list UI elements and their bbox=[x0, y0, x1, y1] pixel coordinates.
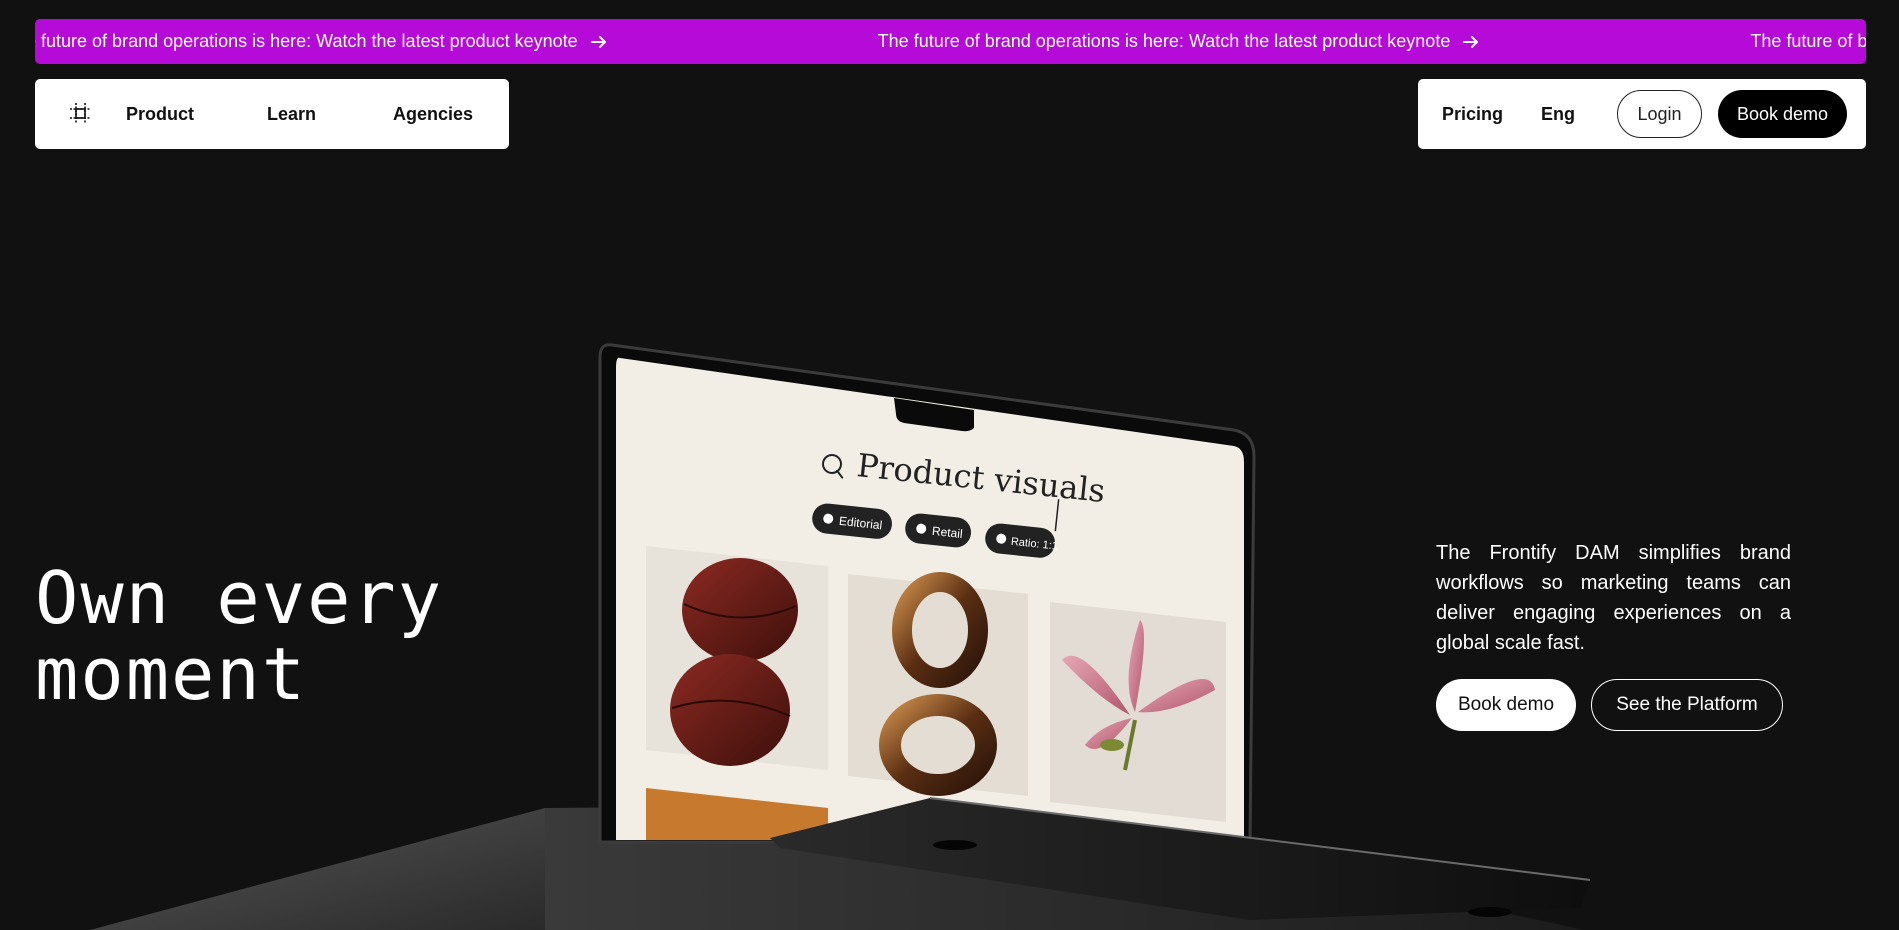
filter-chip-ratio: Ratio: 1:1 bbox=[985, 523, 1058, 558]
banner-text: The future of brand operations is here: … bbox=[35, 31, 578, 51]
nav-link-product[interactable]: Product bbox=[126, 79, 194, 149]
basketballs-image bbox=[646, 546, 828, 770]
pedestal-top bbox=[545, 805, 1585, 930]
laptop-screen bbox=[616, 357, 1244, 840]
grid-logo-icon[interactable] bbox=[68, 101, 93, 126]
svg-text:Retail: Retail bbox=[931, 524, 963, 541]
svg-text:Editorial: Editorial bbox=[838, 514, 883, 532]
lily-flower-image bbox=[1050, 602, 1226, 822]
partial-tile-image bbox=[646, 788, 828, 840]
laptop-lid bbox=[598, 343, 1256, 844]
hero-title: Own every moment bbox=[35, 560, 495, 712]
pedestal-left-face bbox=[90, 808, 545, 930]
book-demo-nav-button[interactable]: Book demo bbox=[1718, 90, 1847, 138]
svg-text:Ratio: 1:1: Ratio: 1:1 bbox=[1010, 536, 1058, 553]
see-platform-button[interactable]: See the Platform bbox=[1591, 679, 1783, 731]
screen-search-query: Product visuals bbox=[855, 446, 1107, 510]
hero-title-line2: moment bbox=[35, 632, 308, 716]
banner-text: The future of brand operations is here: … bbox=[1750, 31, 1866, 51]
banner-text: The future of brand operations is here: … bbox=[877, 31, 1451, 51]
nav-link-pricing[interactable]: Pricing bbox=[1442, 79, 1503, 149]
arrow-right-icon bbox=[1463, 35, 1479, 48]
laptop-base bbox=[770, 798, 1590, 920]
search-icon bbox=[822, 454, 844, 479]
language-selector[interactable]: Eng bbox=[1541, 79, 1575, 149]
banner-item[interactable]: The future of brand operations is here: … bbox=[878, 31, 1481, 52]
main-nav: Product Learn Agencies bbox=[35, 79, 509, 149]
bronze-rings-image bbox=[848, 572, 1028, 796]
banner-item[interactable]: The future of brand operations is here: … bbox=[1750, 31, 1866, 52]
arrow-right-icon bbox=[590, 35, 606, 48]
nav-link-learn[interactable]: Learn bbox=[267, 79, 316, 149]
login-button[interactable]: Login bbox=[1617, 90, 1702, 138]
nav-link-agencies[interactable]: Agencies bbox=[393, 79, 473, 149]
banner-item[interactable]: The future of brand operations is here: … bbox=[35, 31, 608, 52]
filter-chip-editorial: Editorial bbox=[812, 503, 892, 539]
book-demo-button[interactable]: Book demo bbox=[1436, 679, 1576, 731]
utility-nav: Pricing Eng Login Book demo bbox=[1418, 79, 1866, 149]
filter-chip-retail: Retail bbox=[905, 513, 972, 548]
hero-description: The Frontify DAM simplifies brand workfl… bbox=[1436, 542, 1791, 654]
hero-title-line1: Own every bbox=[35, 556, 444, 640]
banner-marquee: The future of brand operations is here: … bbox=[35, 19, 1866, 64]
camera-notch bbox=[894, 398, 974, 432]
text-cursor bbox=[1054, 499, 1060, 532]
announcement-banner[interactable]: The future of brand operations is here: … bbox=[35, 19, 1866, 64]
